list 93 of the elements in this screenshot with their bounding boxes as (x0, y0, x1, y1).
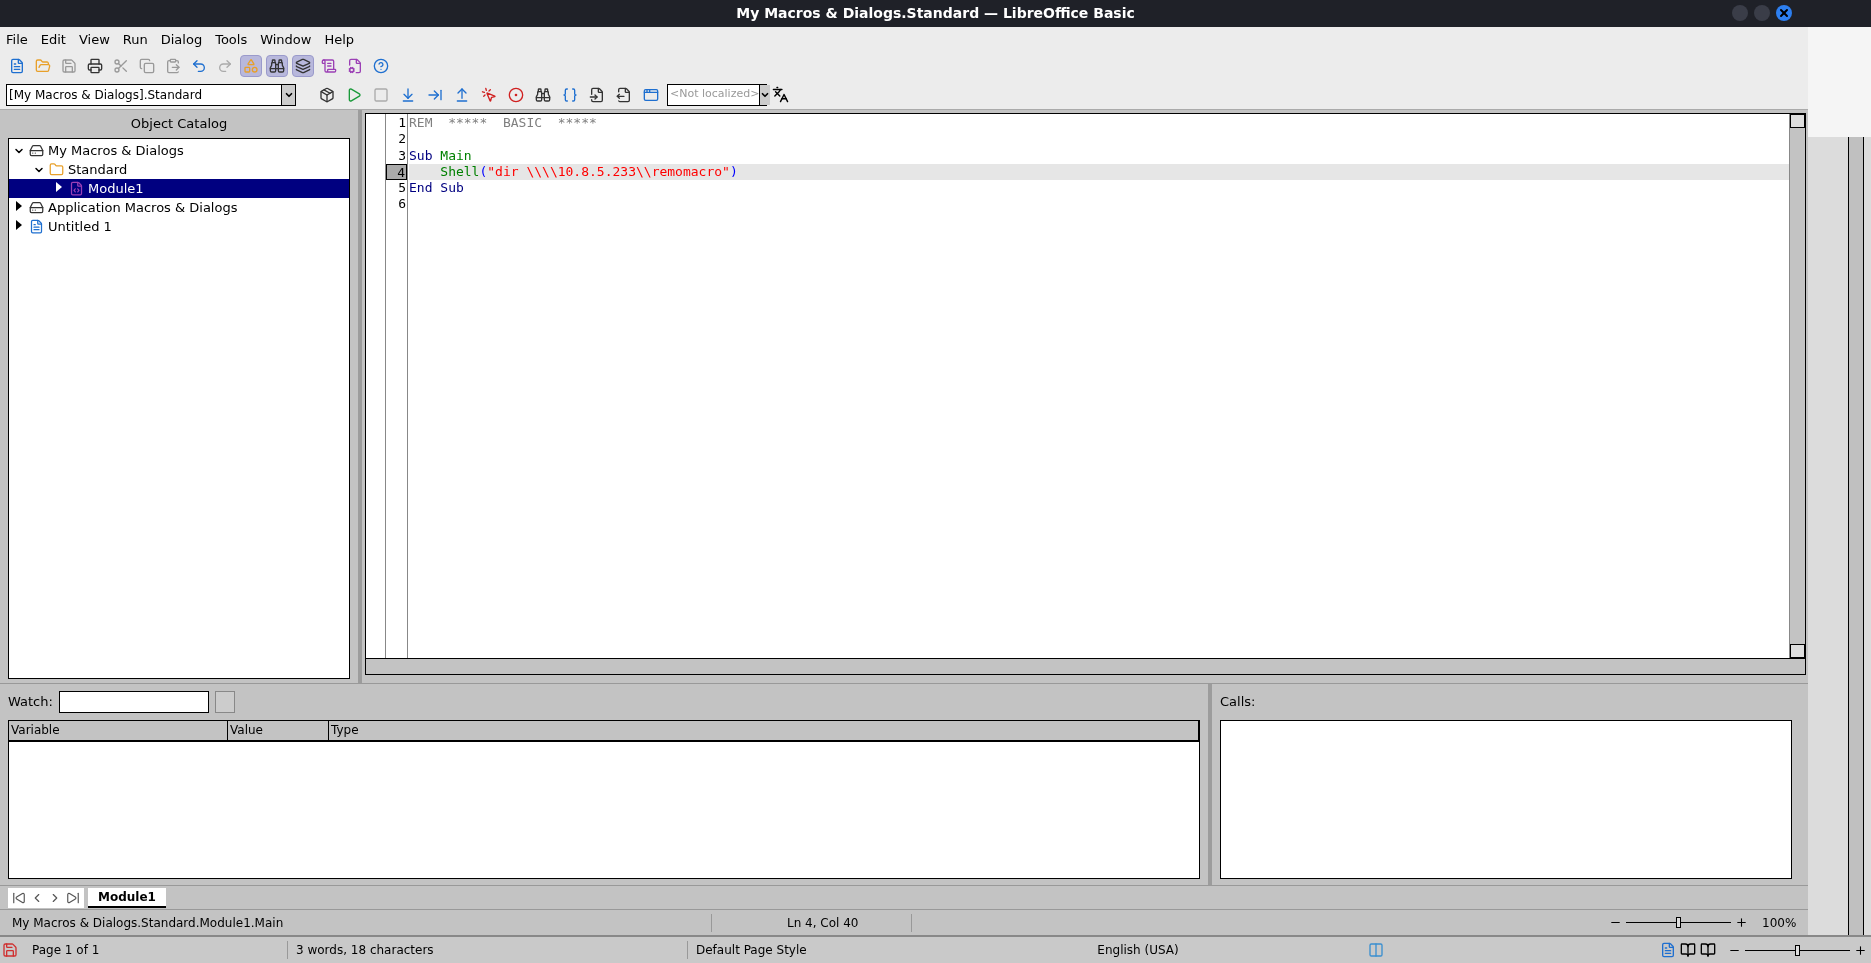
panel-title: Object Catalog (130, 115, 228, 134)
tree-label: Standard (68, 160, 128, 179)
page-style: Default Page Style (695, 942, 808, 959)
zoom-in-icon[interactable] (1735, 916, 1748, 929)
close-icon (1778, 7, 1790, 19)
tree-item[interactable]: My Macros & Dialogs (9, 141, 349, 160)
scrollbar[interactable] (365, 659, 1806, 675)
tree-item[interactable]: Application Macros & Dialogs (9, 198, 349, 217)
zoom-slider[interactable] (1626, 917, 1731, 928)
save-icon[interactable] (2, 942, 18, 958)
copy-icon (139, 58, 155, 74)
package-icon (319, 86, 335, 103)
multi-page-icon[interactable] (1680, 942, 1696, 958)
breakpoint-icon (481, 86, 497, 103)
binoculars-icon (535, 86, 551, 103)
menu-item[interactable]: File (6, 29, 28, 50)
export-icon (616, 86, 632, 103)
save-icon (61, 58, 77, 74)
tree-label: Application Macros & Dialogs (48, 198, 238, 217)
tree-item[interactable]: Standard (9, 160, 349, 179)
tree-item[interactable]: Untitled 1 (9, 217, 349, 236)
cut-icon (113, 58, 129, 74)
menu-item[interactable]: View (78, 29, 110, 50)
stop-icon (373, 86, 389, 103)
menu-item[interactable]: Help (324, 29, 355, 50)
slider-thumb[interactable] (1676, 917, 1681, 928)
column-header[interactable]: Value (228, 721, 329, 740)
close-button[interactable] (1776, 5, 1792, 21)
menu-item[interactable]: Dialog (160, 29, 203, 50)
scroll-gear-icon (347, 58, 363, 74)
column-header[interactable]: Variable (9, 721, 228, 740)
step-out-icon (454, 86, 470, 103)
code-line: End Sub (409, 180, 465, 197)
book-view-icon[interactable] (1700, 942, 1716, 958)
undo-icon (191, 58, 207, 74)
run-icon (346, 86, 362, 103)
toolbar-button[interactable] (266, 55, 288, 77)
scrollbar[interactable] (1848, 137, 1864, 935)
window-title: My Macros & Dialogs.Standard — LibreOffice Basic (736, 4, 1135, 23)
library-select[interactable]: [My Macros & Dialogs].Standard (6, 83, 296, 106)
column-header[interactable]: Type (329, 721, 1199, 740)
menu-item[interactable]: Run (122, 29, 148, 50)
folder-icon (49, 162, 64, 177)
import-icon (589, 86, 605, 103)
binoculars-icon (269, 58, 285, 74)
tree-label: Module1 (88, 179, 144, 198)
braces-icon (562, 86, 578, 103)
toolbar-button[interactable] (292, 55, 314, 77)
line-number: 6 (397, 196, 407, 213)
line-number: 5 (397, 180, 407, 197)
status-path: My Macros & Dialogs.Standard.Module1.Main (0, 913, 712, 932)
calls-label: Calls: (1220, 693, 1256, 712)
tree-item[interactable]: Module1 (9, 179, 349, 198)
redo-icon (217, 58, 233, 74)
layers-icon (295, 58, 311, 74)
paste-icon (165, 58, 181, 74)
folder-icon (35, 58, 51, 74)
shapes-icon (243, 58, 259, 74)
cursor-position: Ln 4, Col 40 (712, 913, 912, 932)
line-number: 2 (397, 131, 407, 148)
translate-icon[interactable] (772, 86, 789, 103)
zoom-in-icon[interactable] (1854, 943, 1867, 957)
printer-icon (87, 58, 103, 74)
breakpoint-gear-icon (508, 86, 524, 103)
step-into-icon (400, 86, 416, 103)
watch-label: Watch: (8, 693, 53, 712)
line-number: 4 (386, 163, 407, 181)
tree-label: Untitled 1 (48, 217, 112, 236)
file-icon (9, 58, 25, 74)
menu-item[interactable]: Edit (40, 29, 66, 50)
document-icon (29, 219, 44, 234)
code-line: Sub Main (409, 147, 473, 164)
scrollbar[interactable] (1789, 114, 1805, 658)
first-tab-icon[interactable] (12, 890, 26, 905)
menu-item[interactable]: Tools (215, 29, 248, 50)
menu-item[interactable]: Window (260, 29, 312, 50)
watch-field[interactable] (58, 691, 209, 713)
module-tab[interactable]: Module1 (88, 887, 166, 908)
text-language: English (USA) (1096, 942, 1180, 959)
line-number: 1 (397, 115, 407, 132)
slider-thumb[interactable] (1795, 944, 1800, 956)
word-count: 3 words, 18 characters (288, 941, 688, 959)
line-number: 3 (397, 147, 407, 164)
page-count: Page 1 of 1 (20, 941, 288, 959)
window-icon (643, 86, 659, 103)
tree-label: My Macros & Dialogs (48, 141, 184, 160)
code-line: REM ***** BASIC ***** (409, 115, 598, 132)
zoom-slider[interactable] (1745, 944, 1850, 956)
last-tab-icon[interactable] (66, 890, 80, 905)
scroll-icon (321, 58, 337, 74)
module-icon (69, 181, 84, 196)
zoom-level: 100% (1761, 914, 1798, 932)
help-icon (373, 58, 389, 74)
